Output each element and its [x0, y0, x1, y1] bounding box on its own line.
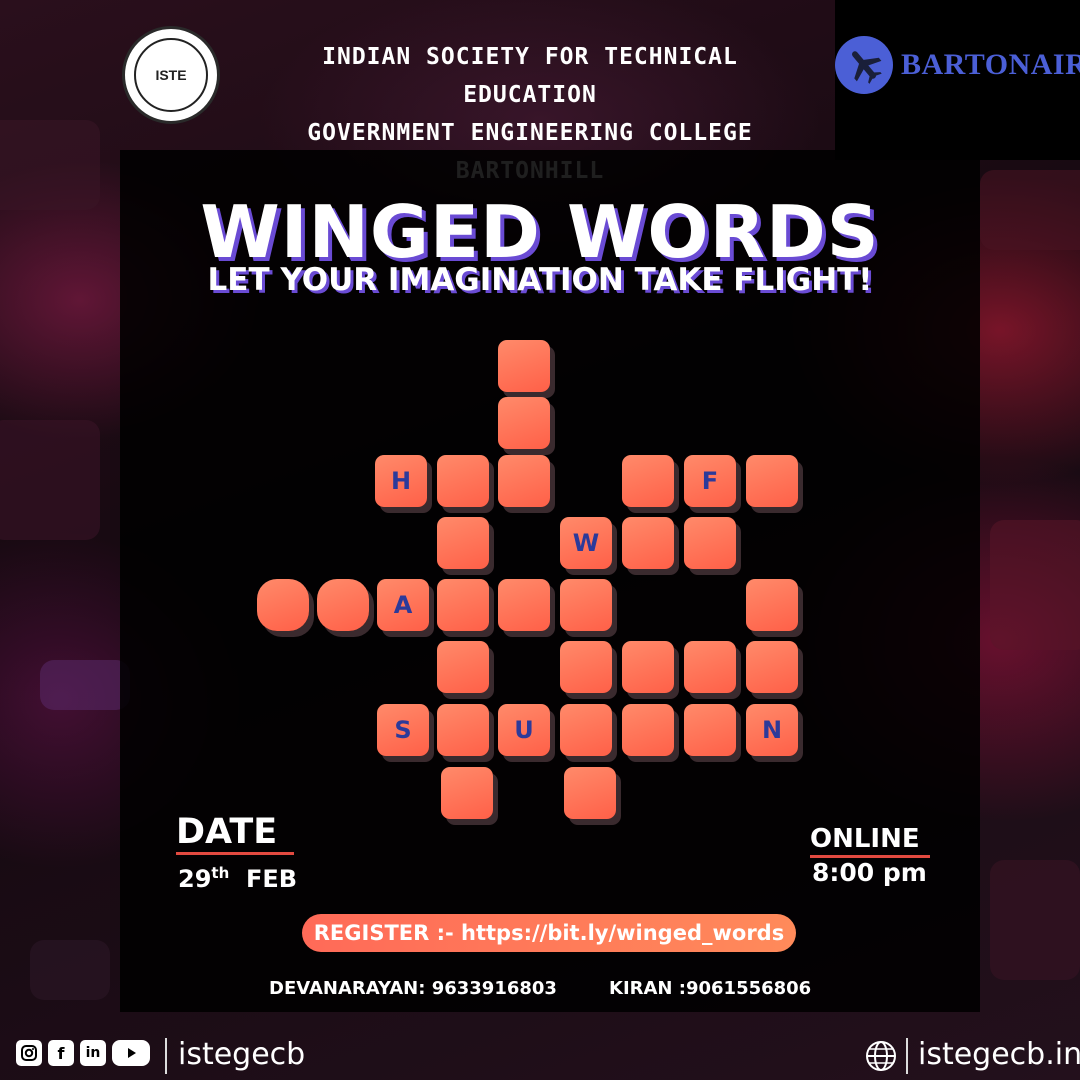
- crossword-tile: [684, 517, 736, 569]
- date-suffix: th: [211, 864, 230, 882]
- crossword-tile: S: [377, 704, 429, 756]
- iste-logo: ISTE: [122, 26, 220, 124]
- crossword-tile: [746, 641, 798, 693]
- crossword-tile: A: [377, 579, 429, 631]
- header: ISTE INDIAN SOCIETY FOR TECHNICAL EDUCAT…: [0, 0, 1080, 184]
- crossword-letter: F: [701, 467, 719, 495]
- crossword-tile: [441, 767, 493, 819]
- event-tagline: LET YOUR IMAGINATION TAKE FLIGHT!: [207, 262, 873, 298]
- crossword-tile: [560, 704, 612, 756]
- crossword-tile: [746, 579, 798, 631]
- event-time: 8:00 pm: [812, 858, 927, 887]
- footer-divider: [165, 1038, 167, 1074]
- footer-divider: [906, 1038, 908, 1074]
- date-month: FEB: [245, 865, 298, 893]
- iste-logo-text: ISTE: [155, 67, 187, 83]
- instagram-icon[interactable]: [16, 1040, 42, 1066]
- date-heading: DATE: [176, 812, 278, 852]
- register-link[interactable]: REGISTER :- https://bit.ly/winged_words: [302, 914, 796, 952]
- crossword-tile: W: [560, 517, 612, 569]
- social-icons: f in: [16, 1040, 150, 1066]
- crossword-tile: [437, 455, 489, 507]
- crossword-tile: [498, 397, 550, 449]
- facebook-icon[interactable]: f: [48, 1040, 74, 1066]
- crossword-tile: [684, 641, 736, 693]
- crossword-tile: [622, 455, 674, 507]
- crossword-letter: W: [572, 529, 600, 557]
- crossword-tile: [437, 641, 489, 693]
- social-handle[interactable]: istegecb: [178, 1037, 305, 1072]
- crossword-tile: [622, 517, 674, 569]
- youtube-icon[interactable]: [112, 1040, 150, 1066]
- crossword-tile: N: [746, 704, 798, 756]
- crossword-tile: [746, 455, 798, 507]
- crossword-tile: [684, 704, 736, 756]
- crossword-tile: H: [375, 455, 427, 507]
- sponsor-name: BARTONAIR: [901, 48, 1080, 81]
- contact-kiran: KIRAN :9061556806: [609, 978, 812, 999]
- event-date: 29th FEB: [178, 864, 297, 893]
- crossword-tile: [437, 579, 489, 631]
- airplane-icon: [835, 36, 893, 94]
- crossword-tile: [560, 579, 612, 631]
- crossword-tile: [498, 579, 550, 631]
- crossword-tile: [257, 579, 309, 631]
- crossword-tile: [498, 340, 550, 392]
- crossword-tile: F: [684, 455, 736, 507]
- crossword-tile: [564, 767, 616, 819]
- date-day: 29: [178, 865, 212, 893]
- crossword-tile: [498, 455, 550, 507]
- org-line-1: INDIAN SOCIETY FOR TECHNICAL EDUCATION: [322, 44, 738, 108]
- contact-devanarayan: DEVANARAYAN: 9633916803: [269, 978, 557, 999]
- sponsor-logo: BARTONAIR: [835, 0, 1080, 160]
- crossword-tile: [437, 704, 489, 756]
- date-underline: [176, 852, 294, 855]
- crossword-letter: S: [394, 716, 412, 744]
- crossword-tile: U: [498, 704, 550, 756]
- crossword-letter: U: [514, 716, 534, 744]
- mode-heading: ONLINE: [810, 824, 920, 854]
- crossword-tile: [437, 517, 489, 569]
- crossword-tile: [560, 641, 612, 693]
- crossword-letter: A: [393, 591, 413, 619]
- globe-icon: [865, 1040, 896, 1071]
- crossword-tile: [622, 704, 674, 756]
- crossword-tile: [622, 641, 674, 693]
- crossword-letter: H: [390, 467, 412, 495]
- crossword-tile: [317, 579, 369, 631]
- linkedin-icon[interactable]: in: [80, 1040, 106, 1066]
- website-link[interactable]: istegecb.in: [918, 1037, 1080, 1072]
- crossword-letter: N: [761, 716, 783, 744]
